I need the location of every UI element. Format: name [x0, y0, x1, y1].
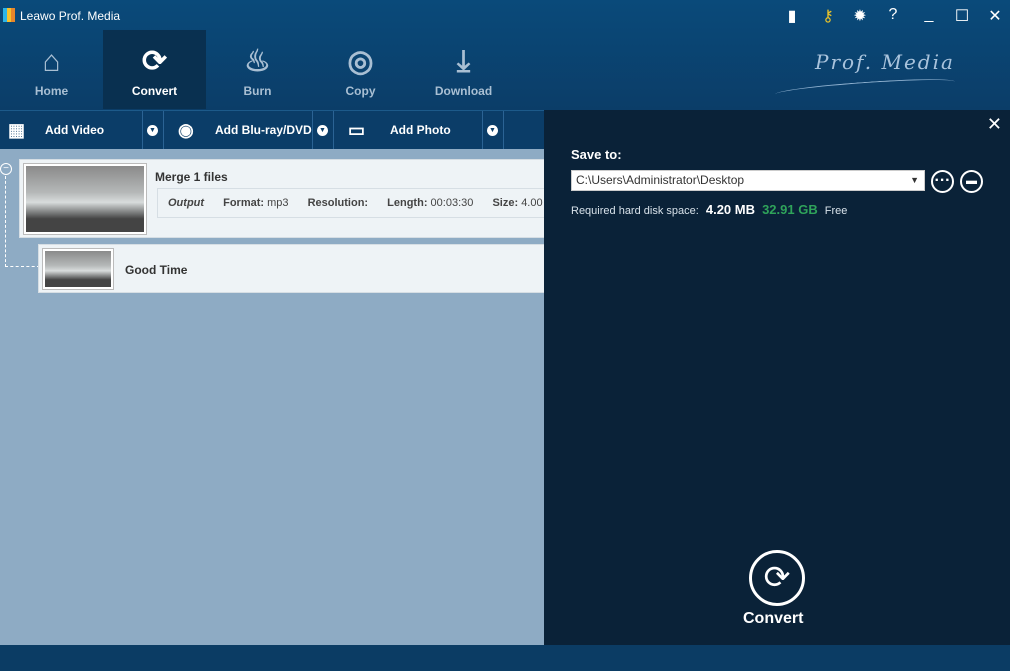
merge-item[interactable]: Merge 1 files Output Format: mp3 Resolut…: [19, 159, 557, 238]
feedback-icon[interactable]: ▮: [780, 6, 804, 26]
open-folder-button[interactable]: ▬: [960, 170, 983, 193]
output-info: Output Format: mp3 Resolution: Length: 0…: [157, 188, 557, 218]
save-to-label: Save to:: [571, 147, 622, 162]
convert-icon: ⟳: [141, 45, 168, 78]
add-photo-dropdown[interactable]: ▼: [487, 125, 498, 136]
save-path-select[interactable]: C:\Users\Administrator\Desktop ▼: [571, 170, 925, 191]
nav-copy[interactable]: ◎ Copy: [309, 30, 412, 109]
brand-swoosh: [774, 75, 956, 101]
status-bar: [0, 645, 1010, 671]
add-bluray-button[interactable]: Add Blu-ray/DVD: [215, 111, 312, 150]
nav-burn[interactable]: ♨ Burn: [206, 30, 309, 109]
add-video-dropdown[interactable]: ▼: [147, 125, 158, 136]
home-icon: ⌂: [42, 45, 61, 78]
merge-title: Merge 1 files: [155, 170, 228, 184]
file-item[interactable]: Good Time: [38, 244, 548, 293]
toolbar: ▦ Add Video ▼ ◉ Add Blu-ray/DVD ▼ ▭ Add …: [0, 110, 544, 150]
key-icon[interactable]: ⚷: [816, 6, 840, 26]
nav-download[interactable]: ⤓ Download: [412, 30, 515, 109]
video-thumbnail: [24, 164, 146, 234]
file-list: − Merge 1 files Output Format: mp3 Resol…: [0, 149, 557, 645]
app-title: Leawo Prof. Media: [20, 9, 121, 23]
video-thumbnail: [43, 249, 113, 289]
download-icon: ⤓: [456, 45, 471, 78]
disk-space-info: Required hard disk space: 4.20 MB 32.91 …: [571, 202, 848, 217]
close-button[interactable]: ✕: [983, 6, 1007, 26]
gear-icon[interactable]: ✹: [848, 6, 872, 26]
add-video-button[interactable]: Add Video: [45, 111, 104, 150]
brand-logo: Prof. Media: [815, 50, 955, 74]
help-icon[interactable]: ?: [881, 6, 905, 24]
collapse-icon[interactable]: −: [0, 163, 12, 175]
maximize-button[interactable]: ☐: [950, 6, 974, 26]
nav-convert[interactable]: ⟳ Convert: [103, 30, 206, 109]
film-icon: ▦: [8, 120, 26, 140]
close-panel-icon[interactable]: ✕: [987, 114, 1002, 135]
nav-home[interactable]: ⌂ Home: [0, 30, 103, 109]
add-bluray-dropdown[interactable]: ▼: [317, 125, 328, 136]
app-logo: [3, 8, 15, 22]
photo-add-icon: ▭: [348, 120, 366, 140]
convert-button[interactable]: ⟳: [749, 550, 805, 606]
more-options-button[interactable]: ···: [931, 170, 954, 193]
disc-icon: ◎: [347, 45, 374, 78]
title-bar: Leawo Prof. Media ▮ ⚷ ✹ ? _ ☐ ✕ Prof. Me…: [0, 0, 1010, 110]
file-title: Good Time: [125, 263, 188, 277]
add-photo-button[interactable]: Add Photo: [390, 111, 451, 150]
flame-icon: ♨: [244, 45, 271, 78]
chevron-down-icon: ▼: [910, 175, 919, 185]
convert-label[interactable]: Convert: [743, 610, 803, 628]
convert-icon: ⟳: [763, 559, 791, 595]
convert-panel: ✕ Save to: C:\Users\Administrator\Deskto…: [544, 110, 1010, 645]
disc-add-icon: ◉: [178, 120, 194, 140]
minimize-button[interactable]: _: [917, 6, 941, 24]
